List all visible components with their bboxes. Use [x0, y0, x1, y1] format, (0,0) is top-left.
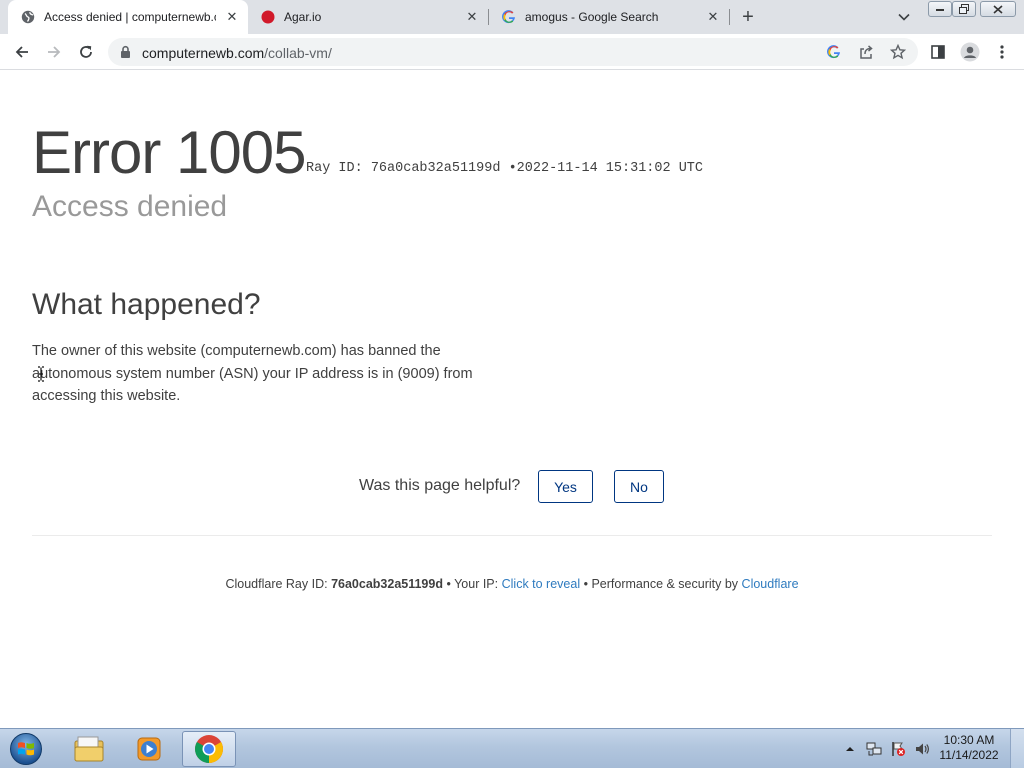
minimize-window-button[interactable]	[928, 1, 952, 17]
feedback-section: Was this page helpful? Yes No	[0, 470, 1024, 504]
no-button[interactable]: No	[614, 470, 664, 503]
tab-separator	[729, 9, 730, 25]
network-icon[interactable]	[864, 729, 884, 768]
tab-access-denied[interactable]: Access denied | computernewb.c ✕	[8, 0, 248, 34]
volume-icon[interactable]	[912, 729, 932, 768]
lock-icon[interactable]	[120, 45, 131, 64]
divider	[32, 535, 992, 536]
footer-separator: •	[446, 577, 451, 591]
media-player-icon[interactable]	[122, 731, 176, 767]
forward-arrow-icon[interactable]	[42, 40, 66, 64]
browser-toolbar: computernewb.com/collab-vm/	[0, 34, 1024, 70]
footer-perf-label: Performance & security by	[591, 577, 739, 591]
windows-explorer-icon[interactable]	[62, 731, 116, 767]
side-panel-icon[interactable]	[926, 40, 950, 64]
ray-id-label: Ray ID:	[306, 161, 363, 176]
bookmark-star-icon[interactable]	[890, 44, 906, 60]
tab-title: Agar.io	[284, 10, 322, 24]
tab-strip: Access denied | computernewb.c ✕ Agar.io…	[0, 0, 1024, 34]
url-text: computernewb.com/collab-vm/	[142, 45, 332, 61]
show-desktop-button[interactable]	[1010, 729, 1024, 768]
close-tab-icon[interactable]: ✕	[703, 7, 723, 27]
taskbar-clock[interactable]: 10:30 AM 11/14/2022	[934, 733, 1004, 763]
start-button[interactable]	[6, 731, 46, 767]
kebab-menu-icon[interactable]	[990, 40, 1014, 64]
timestamp: 2022-11-14 15:31:02 UTC	[516, 161, 704, 176]
share-icon[interactable]	[858, 44, 874, 60]
reveal-ip-link[interactable]: Click to reveal	[502, 577, 581, 591]
ray-id-line: Ray ID: 76a0cab32a51199d •2022-11-14 15:…	[306, 161, 703, 176]
tab-amogus-search[interactable]: amogus - Google Search ✕	[489, 0, 729, 34]
google-lens-g-icon[interactable]	[826, 44, 842, 60]
action-center-flag-icon[interactable]	[888, 729, 908, 768]
cloudflare-link[interactable]: Cloudflare	[742, 577, 799, 591]
page-subtitle: Access denied	[32, 190, 228, 223]
tab-agar-io[interactable]: Agar.io ✕	[248, 0, 488, 34]
show-hidden-icons-arrow-icon[interactable]	[842, 729, 858, 768]
close-window-button[interactable]	[980, 1, 1016, 17]
chrome-icon[interactable]	[182, 731, 236, 767]
feedback-question: Was this page helpful?	[359, 477, 521, 494]
text-cursor-icon	[37, 366, 45, 382]
explanation-text: The owner of this website (computernewb.…	[32, 343, 473, 404]
footer-ip-label: Your IP:	[454, 577, 499, 591]
clock-time: 10:30 AM	[943, 733, 995, 747]
address-bar[interactable]: computernewb.com/collab-vm/	[108, 38, 918, 66]
agar-red-dot-icon	[260, 9, 276, 25]
ray-id-value: 76a0cab32a51199d	[370, 161, 501, 176]
close-tab-icon[interactable]: ✕	[222, 7, 242, 27]
profile-avatar-icon[interactable]	[958, 40, 982, 64]
clock-date: 11/14/2022	[939, 748, 999, 762]
close-tab-icon[interactable]: ✕	[462, 7, 482, 27]
tab-title: Access denied | computernewb.c	[44, 10, 216, 24]
tab-title: amogus - Google Search	[525, 10, 659, 24]
tab-search-chevron-icon[interactable]	[894, 7, 914, 27]
windows-taskbar: 10:30 AM 11/14/2022	[0, 728, 1024, 768]
yes-button[interactable]: Yes	[538, 470, 593, 503]
what-happened-heading: What happened?	[32, 288, 261, 321]
bullet-separator: •	[508, 161, 517, 176]
new-tab-plus-icon[interactable]: +	[736, 5, 760, 29]
footer-separator: •	[583, 577, 588, 591]
url-host: computernewb.com	[142, 45, 265, 61]
google-g-icon	[501, 9, 517, 25]
restore-window-button[interactable]	[952, 1, 976, 17]
error-title: Error 1005	[32, 119, 306, 186]
footer-ray-id: 76a0cab32a51199d	[331, 577, 443, 591]
footer: Cloudflare Ray ID: 76a0cab32a51199d • Yo…	[0, 577, 1024, 591]
reload-icon[interactable]	[74, 40, 98, 64]
url-path: /collab-vm/	[264, 45, 332, 61]
footer-ray-label: Cloudflare Ray ID:	[225, 577, 328, 591]
globe-icon	[20, 9, 36, 25]
back-arrow-icon[interactable]	[10, 40, 34, 64]
